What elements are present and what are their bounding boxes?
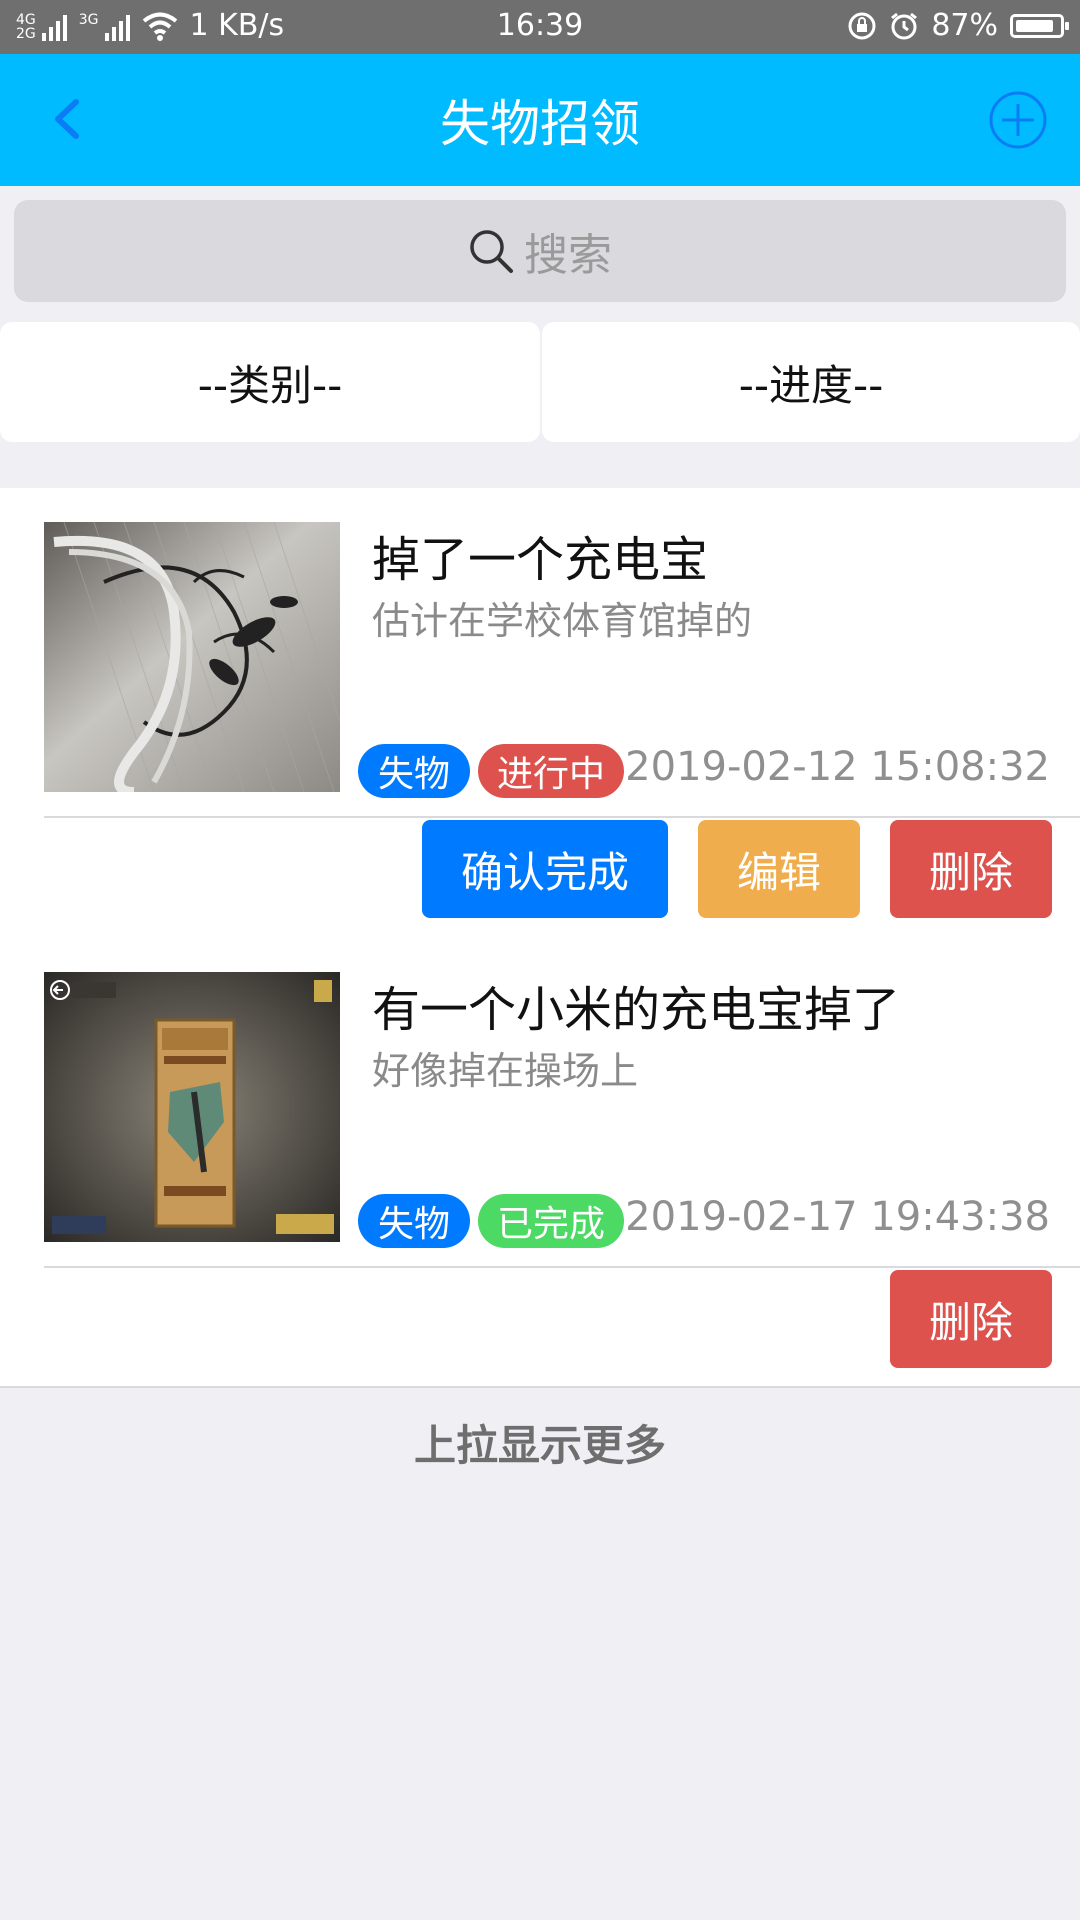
- page-title: 失物招领: [440, 95, 640, 153]
- progress-filter[interactable]: --进度--: [542, 322, 1080, 442]
- nav-bar: 失物招领: [0, 54, 1080, 186]
- confirm-complete-button[interactable]: 确认完成: [422, 820, 668, 918]
- lost-item-list: 掉了一个充电宝 估计在学校体育馆掉的 失物 进行中 2019-02-12 15:…: [0, 488, 1080, 1388]
- battery-percent: 87%: [931, 8, 998, 43]
- add-circle-icon[interactable]: [988, 90, 1048, 150]
- status-badge: 已完成: [478, 1194, 624, 1248]
- category-filter[interactable]: --类别--: [0, 322, 540, 442]
- type-tag: 失物: [358, 744, 470, 798]
- filter-bar: --类别-- --进度--: [0, 322, 1080, 442]
- rotation-lock-icon: [848, 12, 876, 39]
- item-datetime: 2019-02-12 15:08:32: [625, 744, 1050, 790]
- type-tag: 失物: [358, 1194, 470, 1248]
- search-placeholder: 搜索: [524, 230, 612, 281]
- divider: [44, 1266, 1080, 1268]
- item-photo: [44, 522, 340, 792]
- item-description: 好像掉在操场上: [372, 1049, 639, 1093]
- search-input[interactable]: 搜索: [14, 200, 1066, 302]
- battery-icon: [1010, 13, 1069, 38]
- status-right: 87%: [847, 8, 1069, 43]
- edit-button[interactable]: 编辑: [698, 820, 860, 918]
- delete-button[interactable]: 删除: [890, 820, 1052, 918]
- item-photo: [44, 972, 340, 1242]
- divider: [44, 816, 1080, 818]
- status-bar: 4G 2G 3G 1 KB/s 16:39 87%: [0, 0, 1080, 54]
- delete-button[interactable]: 删除: [890, 1270, 1052, 1368]
- item-title: 有一个小米的充电宝掉了: [372, 982, 901, 1038]
- item-datetime: 2019-02-17 19:43:38: [625, 1194, 1050, 1240]
- status-badge: 进行中: [478, 744, 624, 798]
- item-title: 掉了一个充电宝: [372, 532, 709, 588]
- alarm-icon: [891, 12, 918, 39]
- search-icon: [470, 230, 513, 273]
- load-more-hint: 上拉显示更多: [413, 1421, 666, 1470]
- item-description: 估计在学校体育馆掉的: [372, 599, 753, 643]
